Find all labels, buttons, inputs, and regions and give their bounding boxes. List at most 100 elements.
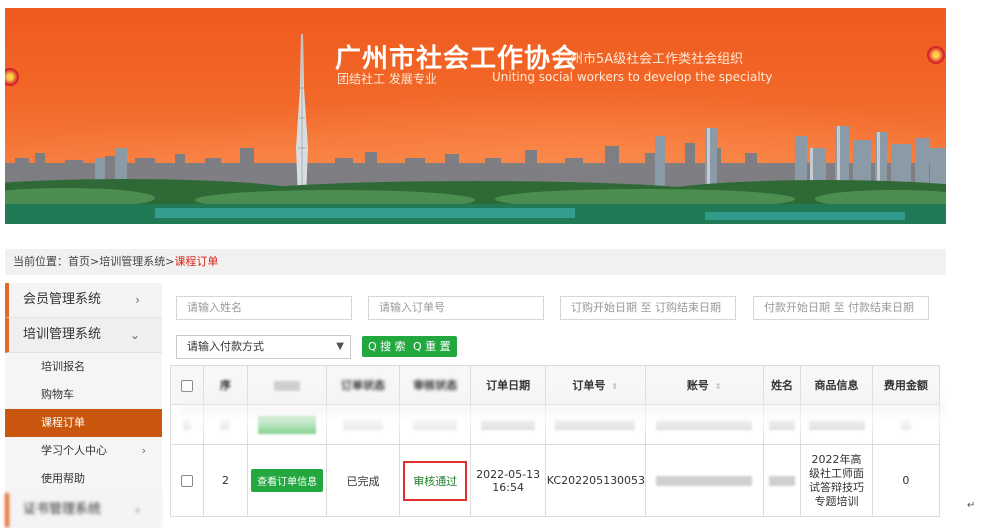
order-date-range-input[interactable]: 订购开始日期 至 订购结束日期 xyxy=(560,296,736,320)
search-button[interactable]: Q 搜 索 xyxy=(362,336,412,357)
header-label: 序 xyxy=(219,379,231,392)
header-banner: 广州市社会工作协会 广州市5A级社会工作类社会组织 团结社工 发展专业 Unit… xyxy=(5,8,946,224)
blurred-button[interactable] xyxy=(258,415,317,434)
breadcrumb-system[interactable]: 培训管理系统 xyxy=(99,249,165,275)
column-header-audit-status[interactable]: 审核状态 xyxy=(399,365,472,405)
row-account xyxy=(644,444,764,517)
blurred-text xyxy=(481,420,536,430)
row-order-date: 2022-05-13 16:54 xyxy=(470,444,546,517)
chevron-right-icon: › xyxy=(135,293,140,307)
payment-method-select[interactable]: 请输入付款方式 ▼ xyxy=(176,335,351,359)
row-cell xyxy=(202,404,249,445)
sidebar-item-help[interactable]: 使用帮助 xyxy=(5,465,162,493)
column-header-order-number[interactable]: 订单号 ⇕ xyxy=(544,365,646,405)
sidebar-item-training-signup[interactable]: 培训报名 xyxy=(5,353,162,381)
sort-icon[interactable]: ⇕ xyxy=(611,382,618,391)
column-header-action xyxy=(247,365,327,405)
name-input[interactable]: 请输入姓名 xyxy=(176,296,352,320)
sidebar-item-course-orders[interactable]: 课程订单 xyxy=(5,409,162,437)
blurred-text xyxy=(769,420,796,430)
order-number-input[interactable]: 请输入订单号 xyxy=(368,296,544,320)
row-cell xyxy=(871,404,941,445)
breadcrumb-prefix: 当前位置： xyxy=(13,255,68,268)
row-cell xyxy=(325,404,401,445)
header-label: 费用金额 xyxy=(883,379,928,392)
blurred-text xyxy=(220,420,231,430)
row-order-number: KC202205130053 xyxy=(544,444,646,517)
blurred-text xyxy=(342,420,383,430)
row-action-cell: 查看订单信息 xyxy=(247,444,327,517)
row-cell xyxy=(644,404,764,445)
header-label: 订单号 xyxy=(572,379,606,392)
time-text: 16:54 xyxy=(492,480,524,494)
column-header-name[interactable]: 姓名 xyxy=(762,365,802,405)
row-name xyxy=(762,444,802,517)
column-header-order-status[interactable]: 订单状态 xyxy=(325,365,401,405)
table-header-row: 序 订单状态 审核状态 订单日期 订单号 ⇕ 账号 ⇕ 姓名 商品信息 费用金额 xyxy=(170,365,941,405)
column-header-amount[interactable]: 费用金额 xyxy=(871,365,941,405)
header-label: 订单状态 xyxy=(340,379,385,392)
chevron-down-icon: ⌄ xyxy=(129,328,140,342)
checkbox[interactable] xyxy=(180,379,193,392)
row-cell xyxy=(544,404,646,445)
sidebar-item-label: 购物车 xyxy=(41,388,74,401)
product-text: 2022年高级社工师面试答辩技巧专题培训 xyxy=(809,452,865,508)
sidebar-group-certificate[interactable]: 证书管理系统 › xyxy=(5,493,162,528)
sort-icon[interactable]: ⇕ xyxy=(715,382,722,391)
column-header-product[interactable]: 商品信息 xyxy=(800,365,873,405)
breadcrumb-home[interactable]: 首页 xyxy=(68,249,90,275)
breadcrumb: 当前位置：首页 >培训管理系统 >课程订单 xyxy=(5,249,946,275)
column-header-index: 序 xyxy=(202,365,249,405)
blurred-text xyxy=(656,420,753,430)
sidebar-item-label: 培训报名 xyxy=(41,360,85,373)
header-label: 账号 xyxy=(686,379,709,392)
chevron-right-icon: › xyxy=(141,444,146,457)
column-header-account[interactable]: 账号 ⇕ xyxy=(644,365,764,405)
payment-method-value: 请输入付款方式 xyxy=(187,340,264,353)
sidebar-group-label: 会员管理系统 xyxy=(23,292,102,307)
sidebar-group-label: 证书管理系统 xyxy=(23,502,102,517)
header-label: 审核状态 xyxy=(413,379,458,392)
view-order-button[interactable]: 查看订单信息 xyxy=(251,469,324,492)
row-cell xyxy=(470,404,546,445)
paragraph-mark-icon: ↵ xyxy=(967,500,976,511)
blurred-text xyxy=(900,420,911,430)
row-cell xyxy=(762,404,802,445)
sidebar-item-label: 学习个人中心 xyxy=(41,444,107,457)
blurred-text xyxy=(555,420,636,430)
row-audit-status-cell: 审核通过 xyxy=(399,444,472,517)
orders-table: 序 订单状态 审核状态 订单日期 订单号 ⇕ 账号 ⇕ 姓名 商品信息 费用金额 2… xyxy=(170,365,941,517)
site-subtitle: 广州市5A级社会工作类社会组织 xyxy=(557,52,744,67)
row-product: 2022年高级社工师面试答辩技巧专题培训 xyxy=(800,444,873,517)
sidebar-item-cart[interactable]: 购物车 xyxy=(5,381,162,409)
flower-decoration-right xyxy=(927,46,945,64)
row-order-status: 已完成 xyxy=(325,444,401,517)
blurred-text xyxy=(656,476,753,486)
blurred-text xyxy=(769,476,796,486)
row-cell xyxy=(170,404,204,445)
sidebar-item-label: 课程订单 xyxy=(41,416,85,429)
breadcrumb-current: 课程订单 xyxy=(174,255,219,268)
breadcrumb-sep: > xyxy=(90,255,100,268)
slogan-en: Uniting social workers to develop the sp… xyxy=(492,70,773,84)
checkbox[interactable] xyxy=(180,475,193,487)
audit-status-badge: 审核通过 xyxy=(403,460,468,501)
breadcrumb-sep: > xyxy=(165,255,175,268)
blurred-text xyxy=(808,420,865,430)
blurred-text xyxy=(182,420,191,430)
select-all-cell[interactable] xyxy=(170,365,204,405)
sidebar-group-training[interactable]: 培训管理系统 ⌄ xyxy=(5,318,162,353)
row-select-cell[interactable] xyxy=(170,444,204,517)
date-text: 2022-05-13 xyxy=(476,467,541,481)
chevron-down-icon: ▼ xyxy=(336,341,344,352)
reset-button[interactable]: Q 重 置 xyxy=(407,336,457,357)
payment-date-range-input[interactable]: 付款开始日期 至 付款结束日期 xyxy=(753,296,929,320)
table-row xyxy=(170,404,941,445)
row-amount: 0 xyxy=(871,444,941,517)
sidebar-item-learning-center[interactable]: 学习个人中心 › xyxy=(5,437,162,465)
header-label: 姓名 xyxy=(771,379,794,392)
row-index: 2 xyxy=(202,444,249,517)
header-label: 订单日期 xyxy=(486,379,531,392)
sidebar-group-member[interactable]: 会员管理系统 › xyxy=(5,283,162,318)
column-header-order-date[interactable]: 订单日期 xyxy=(470,365,546,405)
